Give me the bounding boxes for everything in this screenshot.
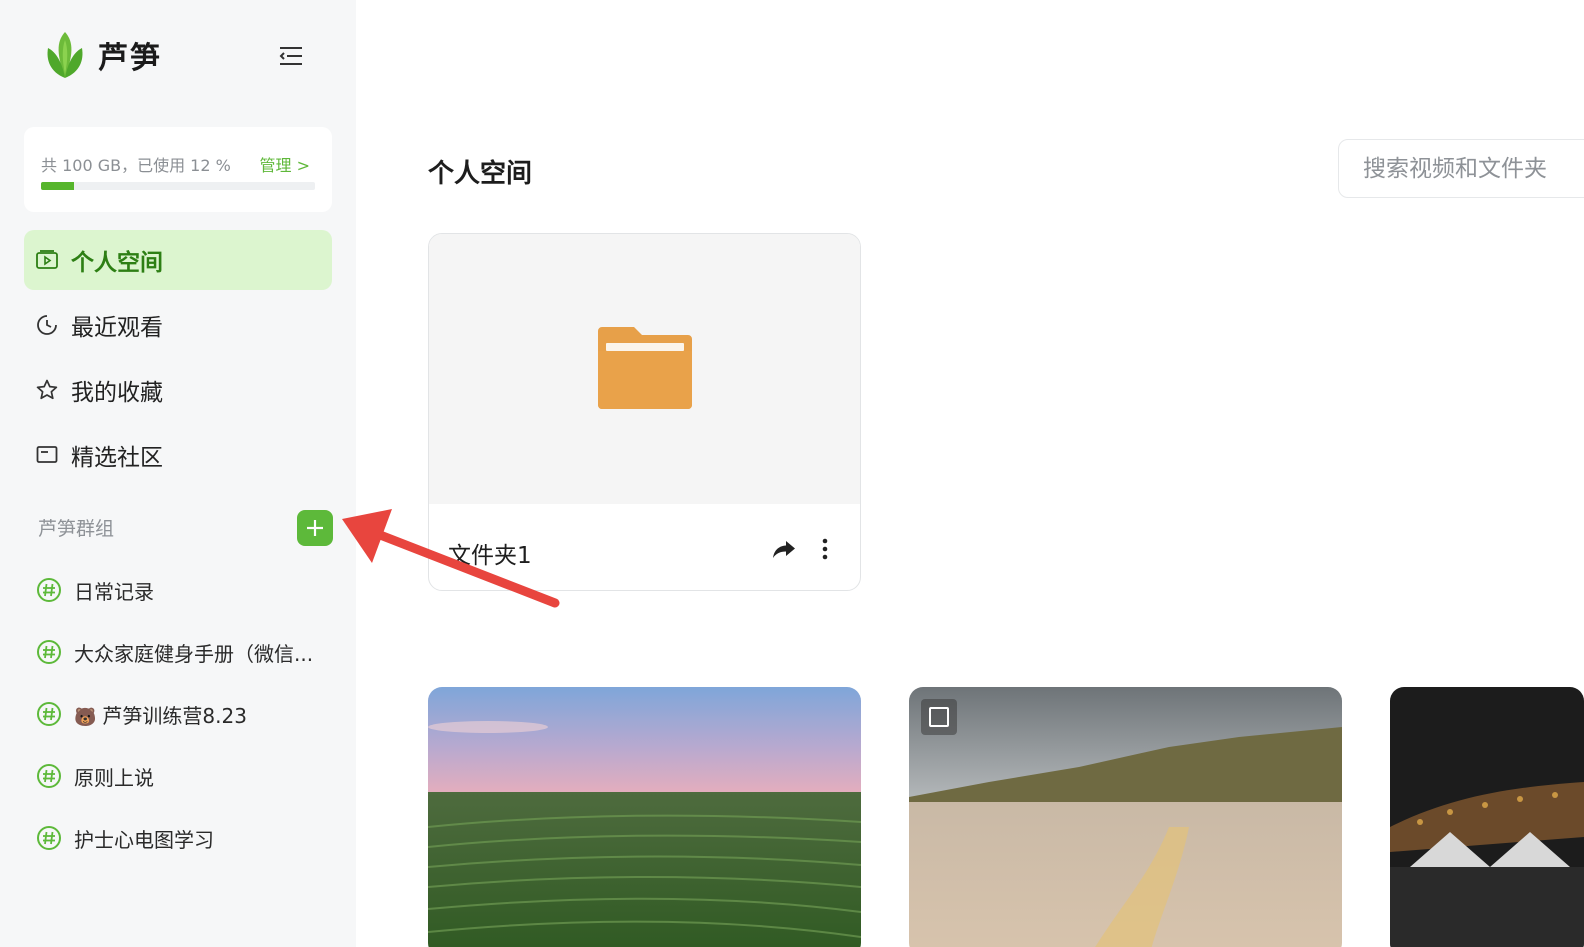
folder-thumbnail [429, 234, 860, 504]
storage-usage-text: 共 100 GB，已使用 12 % [41, 156, 231, 175]
group-item[interactable]: 大众家庭健身手册（微信... [36, 632, 336, 672]
select-checkbox[interactable] [921, 699, 957, 735]
share-button[interactable] [771, 536, 797, 562]
star-icon [35, 378, 59, 402]
video-thumbnail-cornfield [428, 687, 861, 947]
hashtag-icon [37, 578, 61, 602]
group-item[interactable]: 护士心电图学习 [36, 818, 336, 858]
nav-label: 精选社区 [71, 445, 163, 471]
add-group-button[interactable] [297, 510, 333, 546]
app-name: 芦笋 [98, 41, 162, 76]
group-label: 原则上说 [74, 765, 154, 790]
group-label-text: 芦笋训练营8.23 [102, 703, 247, 728]
video-card[interactable] [909, 687, 1342, 947]
storage-progress-bar [41, 182, 315, 190]
hashtag-icon [37, 640, 61, 664]
nav-community[interactable]: 精选社区 [24, 425, 332, 485]
group-label: 护士心电图学习 [74, 827, 214, 852]
video-card[interactable] [428, 687, 861, 947]
folder-card[interactable]: 文件夹1 [428, 233, 861, 591]
group-item[interactable]: 日常记录 [36, 570, 336, 610]
group-item[interactable]: 🐻 芦笋训练营8.23 [36, 694, 336, 734]
storage-progress-fill [41, 182, 74, 190]
logo: 芦笋 [44, 30, 162, 80]
hashtag-icon [37, 702, 61, 726]
group-label: 大众家庭健身手册（微信... [74, 641, 314, 666]
nav-favorites[interactable]: 我的收藏 [24, 360, 332, 420]
checkbox-square-icon [929, 707, 949, 727]
more-vertical-icon [822, 538, 828, 560]
plus-icon [307, 520, 323, 536]
hashtag-icon [37, 764, 61, 788]
group-label: 🐻 芦笋训练营8.23 [74, 700, 247, 729]
folder-icon [598, 327, 692, 409]
nav-label: 我的收藏 [71, 380, 163, 406]
groups-header: 芦笋群组 [38, 518, 115, 540]
nav-label: 个人空间 [71, 250, 163, 276]
window-icon [35, 443, 59, 467]
share-icon [773, 541, 795, 558]
search-box[interactable] [1338, 139, 1584, 198]
more-options-button[interactable] [814, 536, 836, 562]
group-item[interactable]: 原则上说 [36, 756, 336, 796]
search-input[interactable] [1363, 155, 1584, 182]
storage-card: 共 100 GB，已使用 12 % 管理 > [24, 127, 332, 212]
manage-storage-link[interactable]: 管理 > [260, 152, 311, 176]
clock-icon [35, 313, 59, 337]
sidebar: 芦笋 共 100 GB，已使用 12 % 管理 > 个人空间 最近观看 我的收藏 [0, 0, 356, 947]
video-thumbnail-night-stadium [1390, 687, 1584, 947]
asparagus-logo-icon [47, 32, 83, 78]
menu-collapse-icon [279, 47, 302, 65]
folder-name: 文件夹1 [448, 543, 532, 569]
hashtag-icon [37, 826, 61, 850]
video-card[interactable] [1390, 687, 1584, 947]
nav-recently-watched[interactable]: 最近观看 [24, 295, 332, 355]
nav-label: 最近观看 [71, 315, 163, 341]
video-folder-icon [35, 248, 59, 272]
collapse-sidebar-button[interactable] [274, 40, 306, 72]
bear-emoji-icon: 🐻 [74, 706, 97, 728]
group-label: 日常记录 [74, 579, 154, 604]
video-thumbnail-dunes [909, 687, 1342, 947]
page-title: 个人空间 [428, 159, 533, 189]
nav-personal-space[interactable]: 个人空间 [24, 230, 332, 290]
